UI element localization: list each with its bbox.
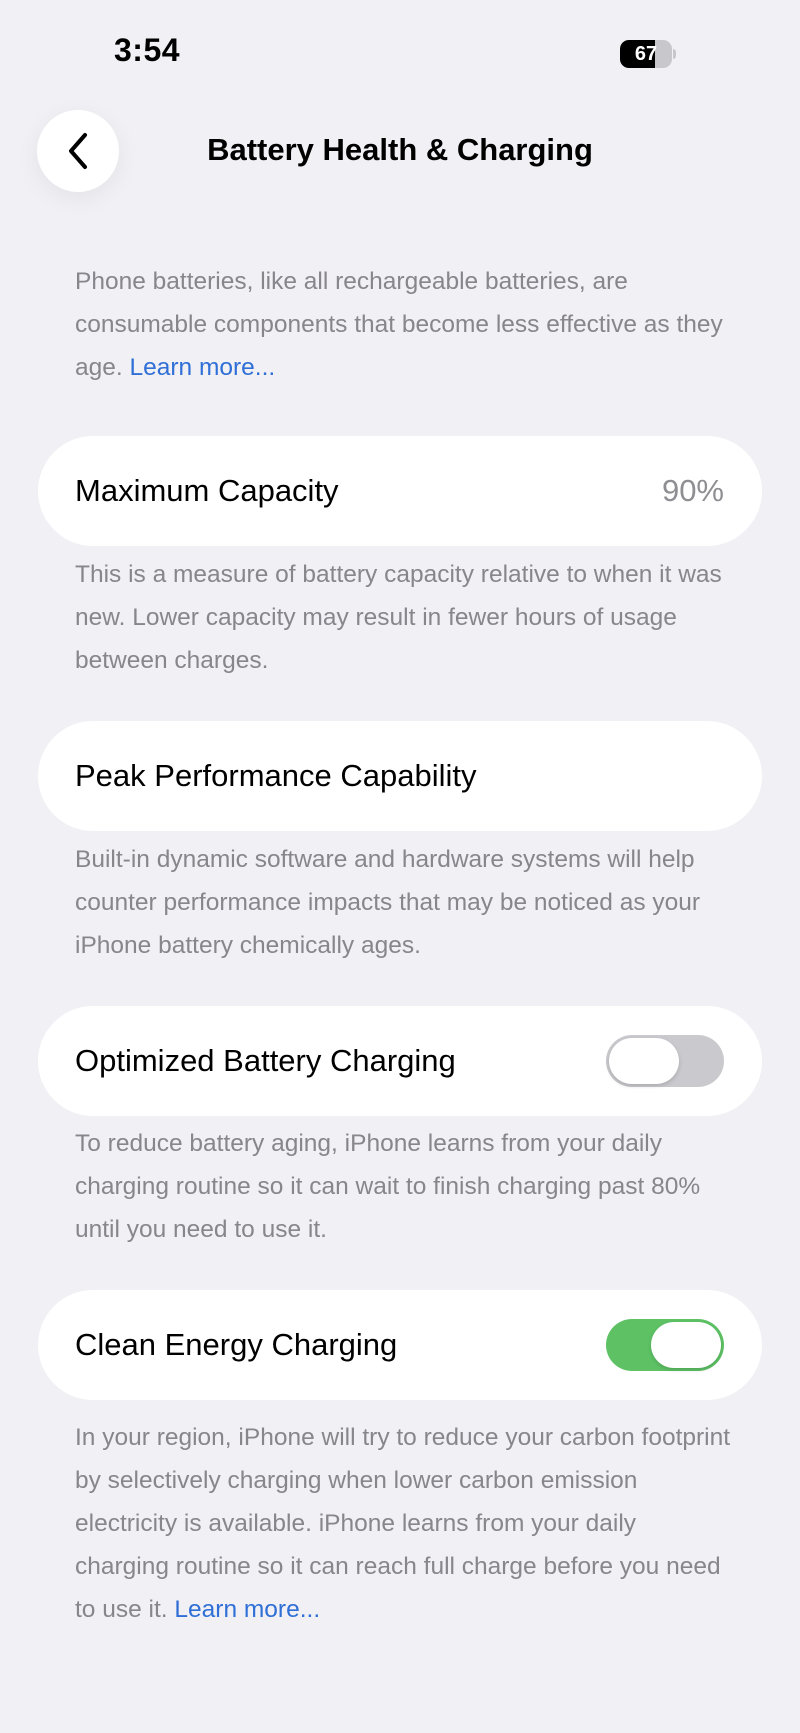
intro-learn-more-link[interactable]: Learn more... <box>130 354 276 381</box>
clean-energy-label: Clean Energy Charging <box>75 1327 398 1362</box>
clean-energy-text: In your region, iPhone will try to reduc… <box>75 1424 731 1623</box>
status-time: 3:54 <box>114 32 181 68</box>
page-title: Battery Health & Charging <box>207 132 593 167</box>
clean-energy-toggle[interactable] <box>606 1319 724 1371</box>
toggle-knob <box>651 1322 721 1368</box>
intro-description: Phone batteries, like all rechargeable b… <box>75 260 735 389</box>
clean-energy-description: In your region, iPhone will try to reduc… <box>75 1416 735 1631</box>
optimized-charging-toggle[interactable] <box>606 1035 724 1087</box>
battery-level: 67 <box>634 42 658 65</box>
battery-icon: 67 <box>620 40 676 68</box>
optimized-charging-label: Optimized Battery Charging <box>75 1043 456 1078</box>
battery-health-screen: 3:54 67 Battery Health & Charging Phone … <box>0 0 800 1733</box>
peak-performance-description: Built-in dynamic software and hardware s… <box>75 846 701 959</box>
peak-performance-label: Peak Performance Capability <box>75 758 477 793</box>
battery-tip <box>673 49 676 59</box>
maximum-capacity-row: Maximum Capacity 90% <box>38 436 762 546</box>
optimized-charging-description: To reduce battery aging, iPhone learns f… <box>75 1130 701 1243</box>
maximum-capacity-label: Maximum Capacity <box>75 473 339 508</box>
back-button[interactable] <box>37 110 119 192</box>
toggle-knob <box>609 1038 679 1084</box>
battery-body: 67 <box>620 40 672 68</box>
chevron-left-icon <box>69 133 87 169</box>
clean-energy-row: Clean Energy Charging <box>38 1290 762 1400</box>
optimized-charging-row: Optimized Battery Charging <box>38 1006 762 1116</box>
clean-energy-learn-more-link[interactable]: Learn more... <box>174 1596 320 1623</box>
maximum-capacity-value: 90% <box>661 473 724 508</box>
maximum-capacity-description: This is a measure of battery capacity re… <box>75 561 722 674</box>
peak-performance-row[interactable]: Peak Performance Capability <box>38 721 762 831</box>
